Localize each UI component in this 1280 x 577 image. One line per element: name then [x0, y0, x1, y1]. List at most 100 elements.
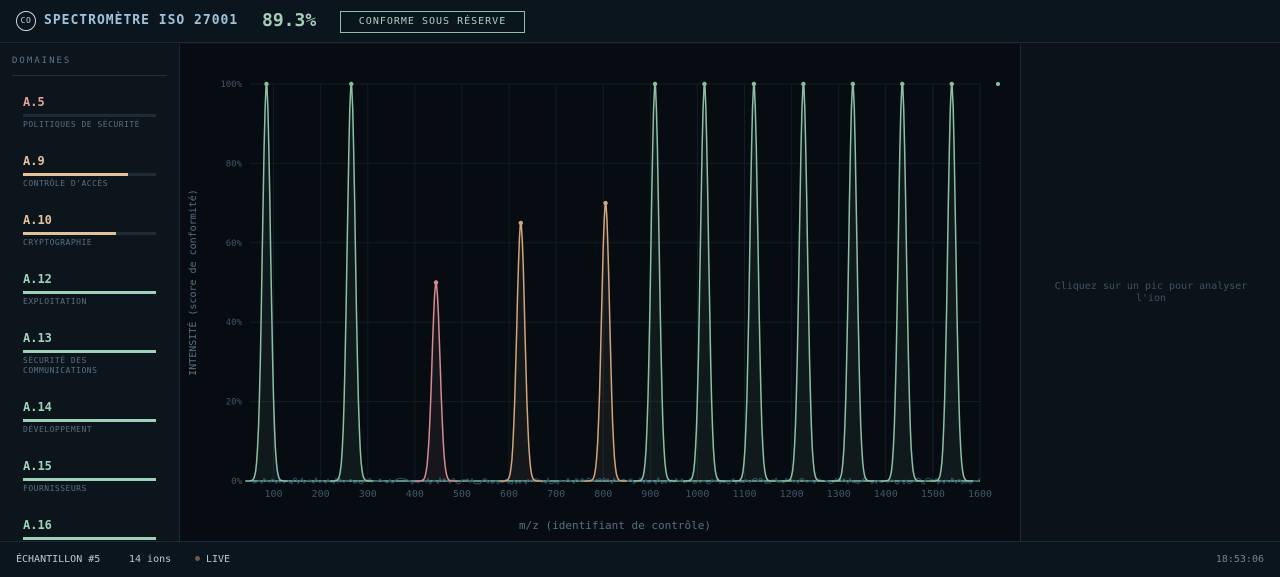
peak-fill [831, 86, 874, 481]
peak-marker[interactable] [518, 220, 524, 226]
domain-progress-bar [23, 350, 156, 353]
peak-fill [584, 205, 627, 481]
domain-progress-fill [23, 173, 129, 176]
peak-marker[interactable] [900, 81, 905, 87]
peak-fill [499, 224, 542, 481]
panel-hint: Cliquez sur un pic pour analyser l'ion [1054, 281, 1248, 304]
peak-marker[interactable] [264, 81, 269, 87]
peak-fill [330, 86, 373, 481]
y-tick-label: 0% [231, 477, 242, 487]
domain-label: FOURNISSEURS [23, 484, 87, 493]
x-tick-label: 1500 [921, 489, 945, 500]
domain-item[interactable]: A.13 SÉCURITÉ DES COMMUNICATIONS [23, 331, 163, 383]
peak-marker[interactable] [751, 81, 757, 87]
x-tick-label: 100 [265, 489, 283, 500]
domain-progress-bar [23, 114, 156, 117]
x-tick-label: 1100 [732, 489, 756, 500]
spectrum-svg[interactable]: 100 200 300 400 500 600 700 800 900 1000 1100 1200 1… [180, 44, 1020, 541]
domain-item[interactable]: A.14 DÉVELOPPEMENT [23, 400, 163, 452]
peak-fill [782, 86, 825, 481]
peak-marker[interactable] [702, 81, 707, 87]
domain-code: A.12 [23, 272, 52, 286]
x-tick-label: 200 [312, 489, 330, 500]
y-tick-label: 40% [226, 318, 243, 328]
domain-label: POLITIQUES DE SÉCURITÉ [23, 120, 140, 129]
domain-code: A.10 [23, 213, 52, 227]
ion-detail-panel: Cliquez sur un pic pour analyser l'ion [1020, 44, 1280, 541]
y-tick-label: 80% [226, 159, 243, 169]
x-axis-label: m/z (identifiant de contrôle) [519, 519, 711, 532]
domain-item[interactable]: A.15 FOURNISSEURS [23, 459, 163, 511]
peak-fill [414, 283, 458, 481]
domain-progress-bar [23, 291, 156, 294]
sidebar-title: DOMAINES [12, 56, 72, 66]
compliance-score: 89.3% [262, 10, 317, 31]
y-tick-label: 60% [226, 239, 243, 249]
domain-label: EXPLOITATION [23, 297, 87, 306]
domain-progress-fill [23, 419, 156, 422]
domain-code: A.15 [23, 459, 52, 473]
domain-item[interactable]: A.9 CONTRÔLE D'ACCÈS [23, 154, 163, 206]
domain-progress-bar [23, 419, 156, 422]
peak-marker[interactable] [603, 200, 608, 206]
peak-fill [633, 86, 677, 481]
app-title: SPECTROMÈTRE ISO 27001 [44, 13, 239, 28]
domain-item[interactable]: A.16 [23, 518, 163, 541]
live-label: LIVE [206, 554, 231, 565]
domain-progress-bar [23, 232, 156, 235]
domain-item[interactable]: A.5 POLITIQUES DE SÉCURITÉ [23, 95, 163, 147]
x-tick-label: 500 [453, 489, 471, 500]
x-tick-label: 800 [594, 489, 612, 500]
x-tick-label: 400 [406, 489, 424, 500]
domain-code: A.16 [23, 518, 52, 532]
domain-label: CRYPTOGRAPHIE [23, 238, 93, 247]
top-bar: CO SPECTROMÈTRE ISO 27001 89.3% CONFORME… [0, 0, 1280, 43]
live-dot-icon [195, 556, 200, 561]
domain-item[interactable]: A.10 CRYPTOGRAPHIE [23, 213, 163, 265]
domain-code: A.14 [23, 400, 52, 414]
domain-progress-fill [23, 350, 156, 353]
peak-fill [245, 86, 288, 481]
domain-item[interactable]: A.12 EXPLOITATION [23, 272, 163, 324]
domain-progress-fill [23, 232, 117, 235]
domain-label: SÉCURITÉ DES COMMUNICATIONS [23, 356, 98, 375]
peak-fill [683, 86, 726, 481]
domains-sidebar: DOMAINES A.5 POLITIQUES DE SÉCURITÉ A.9 CON… [0, 44, 180, 541]
x-tick-label: 300 [359, 489, 377, 500]
domain-code: A.13 [23, 331, 52, 345]
peak-marker-offscale [996, 82, 1000, 86]
sample-label: ÉCHANTILLON #5 [16, 554, 101, 565]
y-tick-label: 20% [226, 398, 243, 408]
spectrum-chart[interactable]: 100 200 300 400 500 600 700 800 900 1000 1100 1200 1… [180, 44, 1020, 541]
x-tick-label: 1400 [874, 489, 898, 500]
x-tick-label: 1200 [780, 489, 804, 500]
app-logo: CO [16, 11, 36, 31]
peak-fill [930, 86, 973, 481]
peak-marker[interactable] [349, 81, 354, 87]
peak-marker[interactable] [652, 81, 658, 87]
ion-count: 14 ions [129, 554, 172, 565]
domain-label: CONTRÔLE D'ACCÈS [23, 179, 109, 188]
domain-progress-bar [23, 478, 156, 481]
domain-progress-bar [23, 537, 156, 540]
domain-progress-bar [23, 173, 156, 176]
peak-marker[interactable] [949, 81, 954, 87]
status-badge[interactable]: CONFORME SOUS RÉSERVE [340, 11, 525, 33]
x-tick-label: 700 [547, 489, 565, 500]
y-tick-label: 100% [220, 80, 242, 90]
status-bar: ÉCHANTILLON #5 14 ions LIVE 18:53:06 [0, 541, 1280, 577]
x-tick-label: 1300 [827, 489, 851, 500]
peak-marker[interactable] [850, 81, 856, 87]
domain-progress-fill [23, 478, 156, 481]
y-axis-label: INTENSITÉ (score de conformité) [186, 189, 199, 376]
live-indicator: LIVE [195, 554, 230, 565]
domain-code: A.9 [23, 154, 45, 168]
x-tick-label: 1000 [685, 489, 709, 500]
domain-progress-fill [23, 537, 156, 540]
peak-marker[interactable] [433, 280, 439, 285]
x-tick-label: 900 [641, 489, 659, 500]
x-tick-label: 600 [500, 489, 518, 500]
peak-marker[interactable] [801, 81, 806, 87]
clock: 18:53:06 [1215, 554, 1264, 565]
domain-code: A.5 [23, 95, 45, 109]
